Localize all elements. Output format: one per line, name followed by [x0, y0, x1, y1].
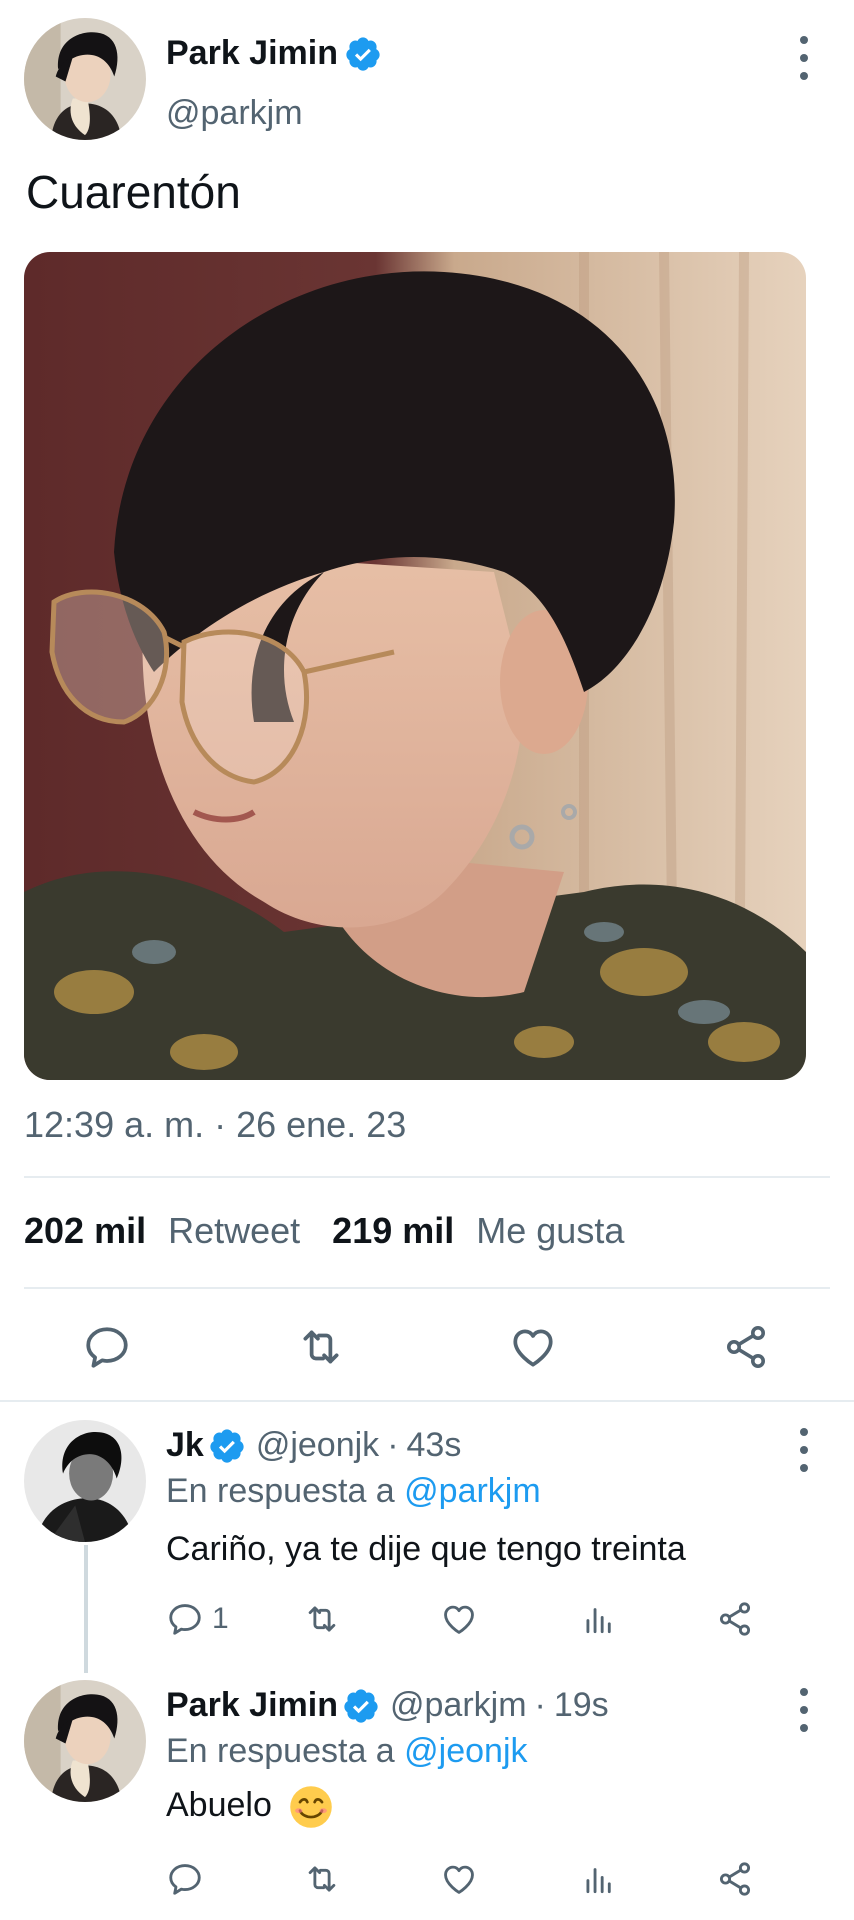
- divider: [24, 1287, 830, 1289]
- reply-time[interactable]: 19s: [554, 1686, 609, 1725]
- reply-button[interactable]: [166, 1860, 204, 1898]
- reply-icon: [166, 1600, 204, 1638]
- share-icon: [716, 1600, 754, 1638]
- like-icon: [440, 1860, 478, 1898]
- tweet-photo[interactable]: [24, 252, 806, 1080]
- reply-header: Jk @jeonjk · 43s: [166, 1426, 461, 1465]
- more-options-icon[interactable]: [796, 1428, 812, 1472]
- likes-count[interactable]: 219 mil: [332, 1210, 454, 1252]
- share-button[interactable]: [722, 1322, 770, 1372]
- like-icon: [508, 1322, 558, 1372]
- like-icon: [440, 1600, 478, 1638]
- reply-icon: [82, 1322, 132, 1372]
- reply-to-mention[interactable]: @parkjm: [404, 1472, 541, 1510]
- retweet-button[interactable]: [295, 1322, 347, 1372]
- analytics-button[interactable]: [580, 1600, 618, 1638]
- retweet-icon: [302, 1860, 342, 1898]
- reply-avatar[interactable]: [24, 1420, 146, 1542]
- tweet-timestamp[interactable]: 12:39 a. m. · 26 ene. 23: [24, 1104, 406, 1146]
- reply-text: Abuelo: [166, 1785, 272, 1824]
- likes-label[interactable]: Me gusta: [476, 1210, 624, 1252]
- tweet-stats: 202 mil Retweet 219 mil Me gusta: [24, 1210, 656, 1252]
- share-icon: [722, 1322, 770, 1372]
- reply-header: Park Jimin @parkjm · 19s: [166, 1686, 609, 1725]
- separator: ·: [534, 1686, 546, 1724]
- reply-to-line: En respuesta a @jeonjk: [166, 1732, 528, 1771]
- reply-avatar[interactable]: [24, 1680, 146, 1802]
- retweet-button[interactable]: [302, 1600, 342, 1638]
- reply-text: Cariño, ya te dije que tengo treinta: [166, 1530, 686, 1568]
- reply-button[interactable]: 1: [166, 1600, 229, 1638]
- share-icon: [716, 1860, 754, 1898]
- verified-badge-icon: [342, 1687, 380, 1725]
- retweet-icon: [302, 1600, 342, 1638]
- share-button[interactable]: [716, 1860, 754, 1898]
- author-avatar[interactable]: [24, 18, 146, 140]
- separator: ·: [387, 1426, 399, 1464]
- reply-to-line: En respuesta a @parkjm: [166, 1472, 541, 1511]
- more-options-icon[interactable]: [796, 36, 812, 80]
- reply-time[interactable]: 43s: [407, 1426, 462, 1465]
- author-name-row: Park Jimin: [166, 34, 382, 73]
- reply-to-mention[interactable]: @jeonjk: [404, 1732, 527, 1770]
- analytics-button[interactable]: [580, 1860, 618, 1898]
- divider: [24, 1176, 830, 1178]
- retweets-label[interactable]: Retweet: [168, 1210, 300, 1252]
- retweets-count[interactable]: 202 mil: [24, 1210, 146, 1252]
- smiling-emoji-icon: [290, 1786, 333, 1828]
- reply-to-prefix: En respuesta a: [166, 1472, 395, 1510]
- reply-count: 1: [212, 1602, 229, 1635]
- like-button[interactable]: [508, 1322, 558, 1372]
- like-button[interactable]: [440, 1600, 478, 1638]
- reply-author-name[interactable]: Park Jimin: [166, 1686, 338, 1725]
- author-handle[interactable]: @parkjm: [166, 94, 303, 133]
- tweet-text: Cuarentón: [26, 166, 241, 218]
- verified-badge-icon: [344, 35, 382, 73]
- divider: [0, 1400, 854, 1402]
- reply-to-prefix: En respuesta a: [166, 1732, 395, 1770]
- reply-button[interactable]: [82, 1322, 132, 1372]
- share-button[interactable]: [716, 1600, 754, 1638]
- retweet-button[interactable]: [302, 1860, 342, 1898]
- reply-icon: [166, 1860, 204, 1898]
- retweet-icon: [295, 1322, 347, 1372]
- like-button[interactable]: [440, 1860, 478, 1898]
- reply-author-name[interactable]: Jk: [166, 1426, 204, 1465]
- verified-badge-icon: [208, 1427, 246, 1465]
- reply-body: Abuelo: [166, 1785, 333, 1829]
- author-name[interactable]: Park Jimin: [166, 34, 338, 73]
- reply-author-handle[interactable]: @jeonjk: [256, 1426, 379, 1465]
- thread-line: [84, 1545, 88, 1673]
- more-options-icon[interactable]: [796, 1688, 812, 1732]
- analytics-icon: [580, 1860, 618, 1898]
- analytics-icon: [580, 1600, 618, 1638]
- reply-author-handle[interactable]: @parkjm: [390, 1686, 527, 1725]
